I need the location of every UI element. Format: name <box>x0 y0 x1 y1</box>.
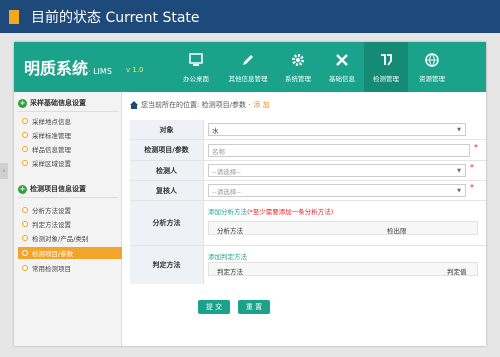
sidebar-item-sampling-standard[interactable]: 采样标准管理 <box>22 129 122 141</box>
breadcrumb-path[interactable]: 检测项目/参数 <box>202 100 246 110</box>
app-window: 明质系统· LIMS v 1.0 办公桌面 其他信息管理 系统管理 基础信息 检… <box>14 42 486 346</box>
analysis-table-header: 分析方法 检出限 <box>208 221 478 235</box>
judge-label: 判定方法 <box>130 246 204 284</box>
chevron-left-icon[interactable]: ‹ <box>0 163 8 179</box>
required-mark: * <box>474 143 478 152</box>
caret-down-icon: ▼ <box>457 127 461 133</box>
form-row-analysis: 分析方法 添加分析方法(*至少需要添加一条分析方法) 分析方法 检出限 <box>130 201 486 246</box>
nav-test-manage[interactable]: 检测管理 <box>364 42 408 92</box>
caret-down-icon: ▼ <box>457 168 461 174</box>
reviewer-label: 复核人 <box>130 181 204 200</box>
globe-icon <box>424 52 440 68</box>
bullet-icon <box>22 207 28 213</box>
bullet-icon <box>22 221 28 227</box>
sidebar-section-test-items[interactable]: + 检测项目信息设置 <box>18 184 86 194</box>
sidebar-item-test-object[interactable]: 检测对象/产品/类别 <box>22 232 122 244</box>
analysis-label: 分析方法 <box>130 201 204 245</box>
bullet-icon <box>22 235 28 241</box>
required-mark: * <box>470 183 474 192</box>
breadcrumb: 您当前所在的位置: 检测项目/参数 · 添 加 <box>130 100 270 110</box>
slide: 目前的状态 Current State ‹ 明质系统· LIMS v 1.0 办… <box>0 0 500 357</box>
add-analysis-link[interactable]: 添加分析方法(*至少需要添加一条分析方法) <box>208 206 333 216</box>
bullet-icon <box>22 250 28 256</box>
app-logo: 明质系统· LIMS <box>24 59 112 78</box>
bullet-icon <box>22 265 28 271</box>
bullet-icon <box>22 160 28 166</box>
slide-header: 目前的状态 Current State <box>0 0 500 33</box>
form-row-reviewer: 复核人 --请选择-- ▼ * <box>130 181 486 201</box>
sidebar-item-analysis-method[interactable]: 分析方法设置 <box>22 204 122 216</box>
sidebar-section-sampling[interactable]: + 采样基础信息设置 <box>18 98 86 108</box>
nav-resource[interactable]: 资源管理 <box>412 42 452 92</box>
edit-icon <box>240 52 256 68</box>
object-select[interactable]: 水 ▼ <box>208 123 466 136</box>
sidebar-item-sample-info[interactable]: 样品信息管理 <box>22 143 122 155</box>
tester-select[interactable]: --请选择-- ▼ <box>208 164 466 177</box>
sidebar: + 采样基础信息设置 采样地点信息 采样标准管理 样品信息管理 采样区域设置 + 检… <box>14 92 122 346</box>
sidebar-item-common-tests[interactable]: 常用检测项目 <box>22 262 122 274</box>
nav-other-info[interactable]: 其他信息管理 <box>222 42 274 92</box>
bullet-icon <box>22 118 28 124</box>
plus-icon: + <box>18 184 27 194</box>
object-label: 对象 <box>130 120 204 139</box>
form-row-tester: 检测人 --请选择-- ▼ * <box>130 161 486 181</box>
sidebar-item-judge-method[interactable]: 判定方法设置 <box>22 218 122 230</box>
home-icon <box>130 101 138 109</box>
analysis-warning: (*至少需要添加一条分析方法) <box>247 208 334 216</box>
plus-icon: + <box>18 98 27 108</box>
required-mark: * <box>470 163 474 172</box>
form-row-item: 检测项目/参数 名称 * <box>130 140 486 161</box>
nav-desk[interactable]: 办公桌面 <box>176 42 216 92</box>
top-nav-bar: 明质系统· LIMS v 1.0 办公桌面 其他信息管理 系统管理 基础信息 检… <box>14 42 486 92</box>
judge-table-header: 判定方法 判定值 <box>208 262 478 276</box>
breadcrumb-current: 添 加 <box>253 101 270 109</box>
form-row-judge: 判定方法 添加判定方法 判定方法 判定值 <box>130 246 486 284</box>
app-version: v 1.0 <box>126 66 144 74</box>
bullet-icon <box>22 146 28 152</box>
nav-system[interactable]: 系统管理 <box>278 42 318 92</box>
sidebar-item-sampling-area[interactable]: 采样区域设置 <box>22 157 122 169</box>
slide-accent-bar <box>9 9 19 24</box>
divider <box>18 197 118 198</box>
tools-icon <box>334 52 350 68</box>
tester-label: 检测人 <box>130 161 204 180</box>
item-label: 检测项目/参数 <box>130 140 204 160</box>
caret-down-icon: ▼ <box>457 188 461 194</box>
nav-base-info[interactable]: 基础信息 <box>322 42 362 92</box>
desk-icon <box>188 52 204 68</box>
submit-button[interactable]: 提 交 <box>198 300 230 314</box>
reset-button[interactable]: 重 置 <box>238 300 270 314</box>
add-judge-link[interactable]: 添加判定方法 <box>208 251 247 261</box>
sidebar-item-test-parameter[interactable]: 检测项目/参数 <box>18 247 122 259</box>
reviewer-select[interactable]: --请选择-- ▼ <box>208 184 466 197</box>
slide-title: 目前的状态 Current State <box>31 9 200 26</box>
test-icon <box>378 52 394 68</box>
bullet-icon <box>22 132 28 138</box>
form-row-object: 对象 水 ▼ <box>130 120 486 140</box>
item-name-input[interactable]: 名称 <box>208 144 470 157</box>
divider <box>18 111 118 112</box>
sidebar-item-sampling-location[interactable]: 采样地点信息 <box>22 115 122 127</box>
gear-icon <box>290 52 306 68</box>
